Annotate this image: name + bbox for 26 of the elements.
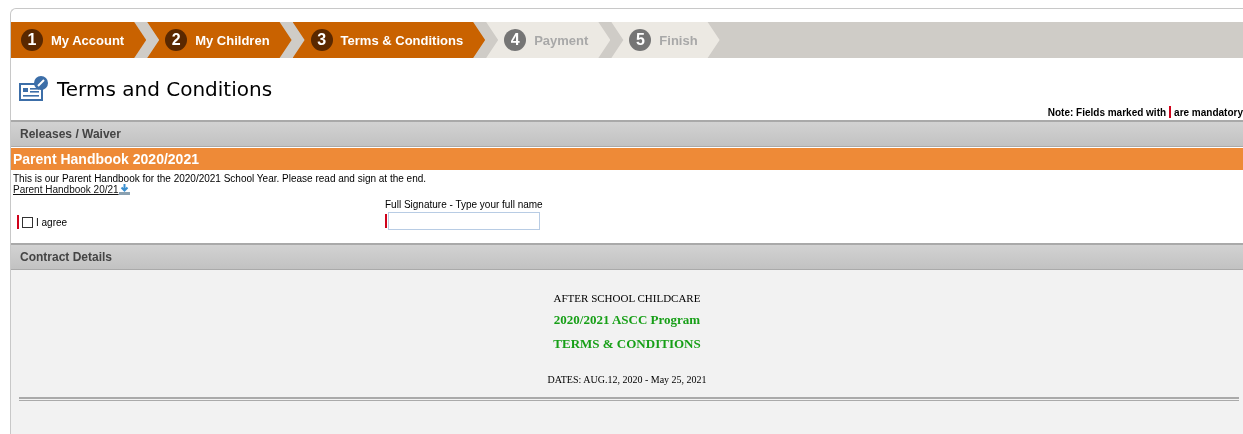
form-title: Parent Handbook 2020/2021 [11, 148, 1243, 170]
step-tab[interactable]: 3 Terms & Conditions [292, 22, 486, 58]
download-icon [118, 184, 130, 195]
agree-label: I agree [36, 216, 68, 228]
handbook-link[interactable]: Parent Handbook 20/21 [13, 184, 119, 195]
step-tab[interactable]: 4 Payment [486, 22, 611, 58]
description-text: This is our Parent Handbook for the 2020/2021 School Year. Please read and sign at the end. [12, 172, 428, 184]
contract-dates: DATES: AUG.12, 2020 - May 25, 2021 [546, 374, 708, 385]
step-tab[interactable]: 1 My Account [11, 22, 147, 58]
page-title: Terms and Conditions [57, 77, 273, 101]
agree-checkbox[interactable] [22, 216, 33, 228]
required-marker [1169, 106, 1172, 118]
section-header: Contract Details [11, 243, 1243, 270]
program-title: 2020/2021 ASCC Program [552, 312, 702, 328]
terms-title: TERMS & CONDITIONS [552, 336, 702, 352]
required-marker [17, 215, 19, 229]
mandatory-note: Note: Fields marked with [1047, 106, 1167, 118]
signature-label: Full Signature - Type your full name [385, 199, 543, 210]
mandatory-note: are mandatory [1174, 106, 1243, 118]
required-marker [385, 214, 387, 228]
form-edit-icon [19, 76, 49, 102]
signature-field[interactable] [388, 212, 540, 230]
step-tab[interactable]: 5 Finish [611, 22, 720, 58]
step-tab[interactable]: 2 My Children [147, 22, 292, 58]
section-header: Releases / Waiver [11, 120, 1243, 147]
contract-heading: AFTER SCHOOL CHILDCARE [552, 292, 702, 304]
